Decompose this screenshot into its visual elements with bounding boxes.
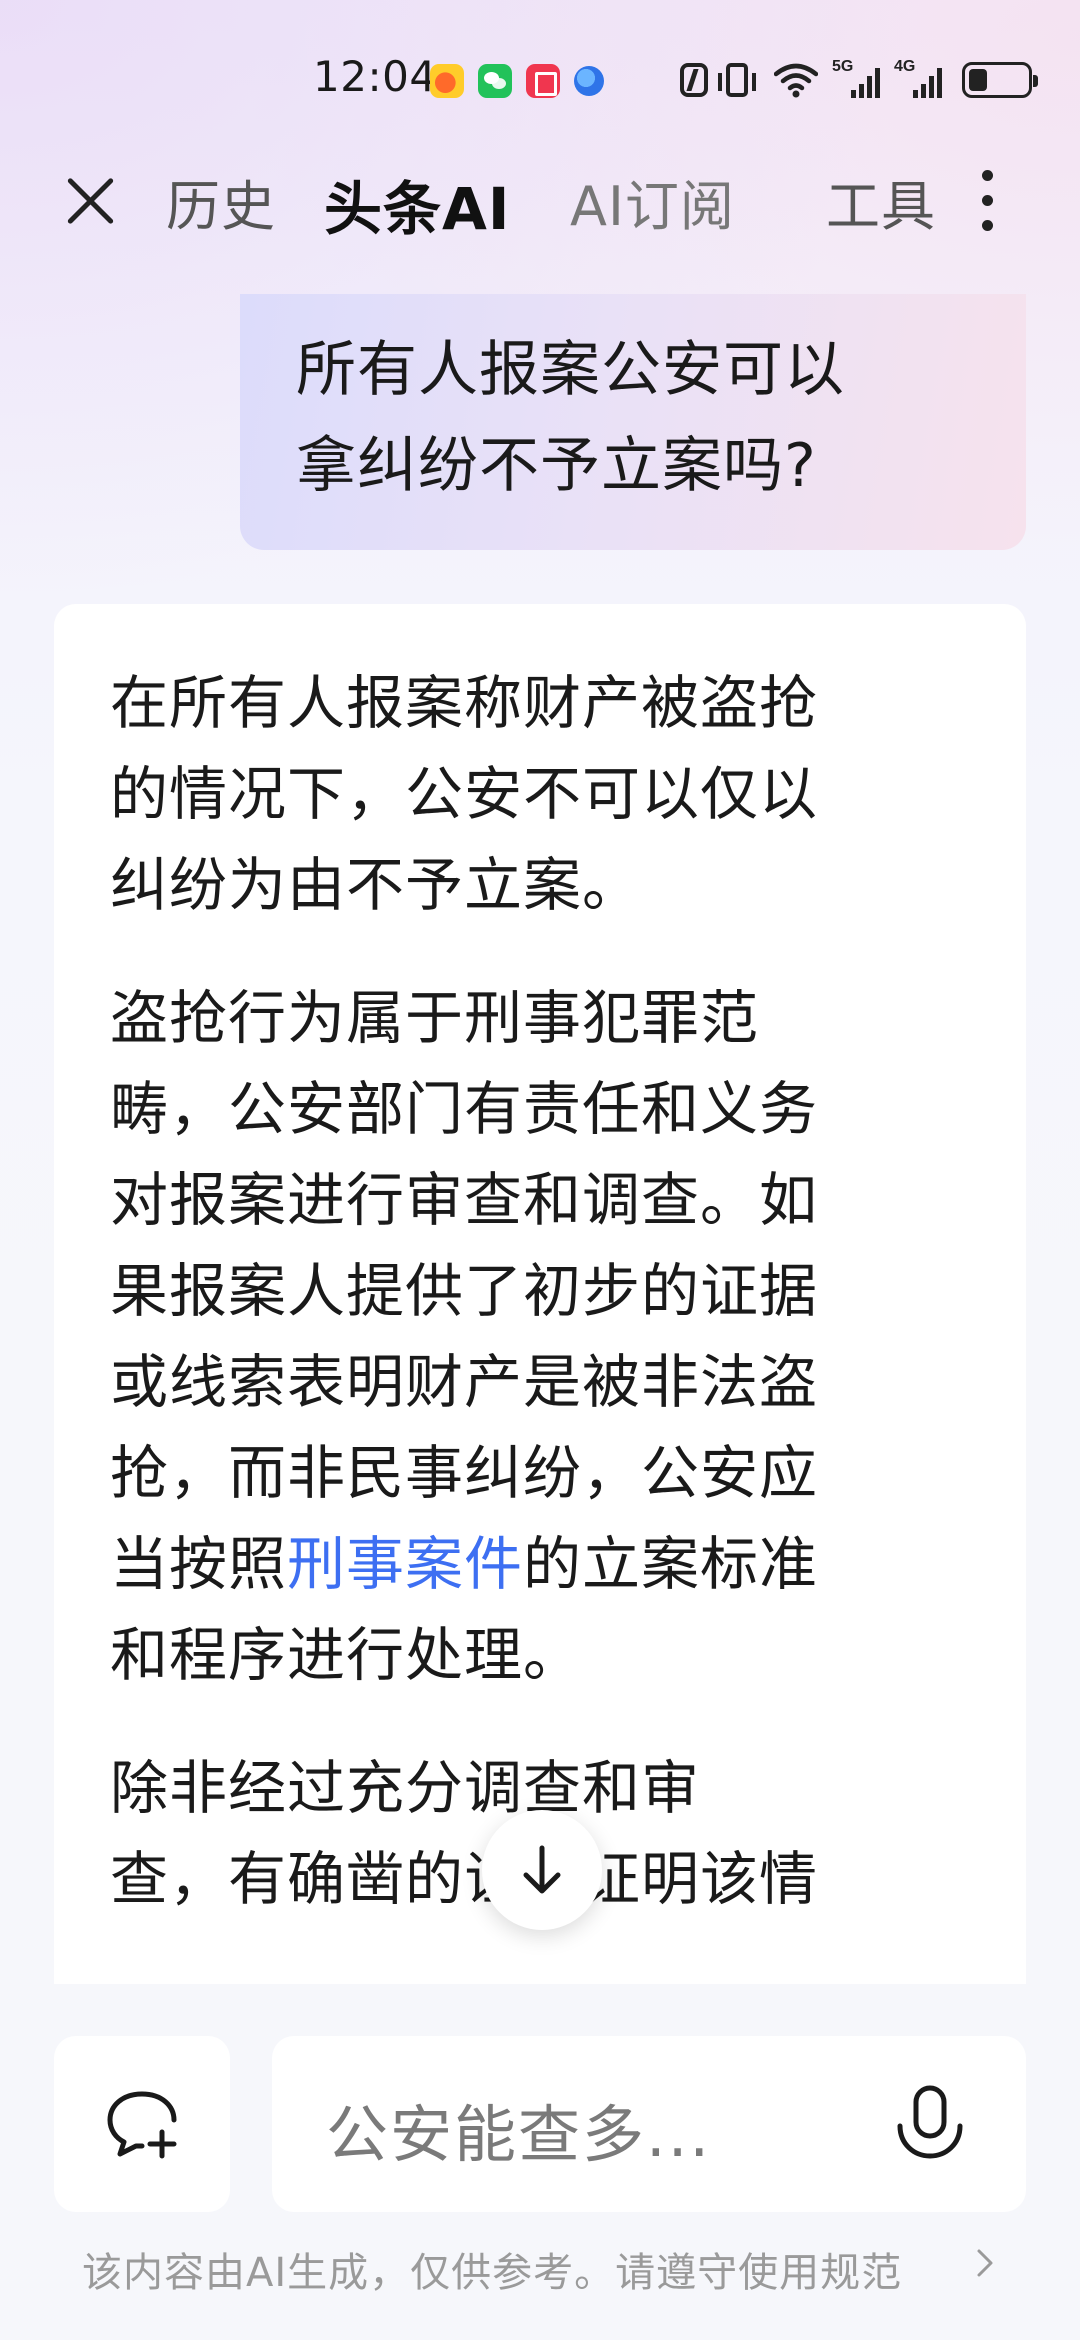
user-message-line: 所有人报案公安可以 — [296, 335, 845, 405]
ai-disclaimer[interactable]: 该内容由AI生成，仅供参考。请遵守使用规范 — [82, 2240, 902, 2298]
system-icons: 5G 4G — [680, 58, 1046, 102]
microphone-icon[interactable] — [890, 2082, 970, 2170]
tab-toutiao-ai[interactable]: 头条AI — [324, 162, 510, 246]
battery-icon — [962, 62, 1038, 98]
chevron-right-icon[interactable] — [974, 2246, 996, 2280]
status-bar: 12:04 5G 4G — [0, 40, 1080, 120]
new-chat-icon — [107, 2091, 177, 2159]
status-time: 12:04 — [313, 52, 437, 101]
scroll-down-button[interactable] — [482, 1810, 602, 1930]
close-icon[interactable] — [58, 168, 124, 234]
ai-answer-card: 在所有人报案称财产被盗抢 的情况下，公安不可以仅以 纠纷为由不予立案。 盗抢行为… — [54, 604, 1026, 1984]
input-placeholder: 公安能查多... — [326, 2098, 712, 2171]
answer-line: 畴，公安部门有责任和义务 — [110, 1075, 819, 1143]
more-vertical-icon[interactable] — [972, 164, 1002, 238]
answer-line: 或线索表明财产是被非法盗 — [110, 1348, 819, 1416]
top-nav: 历史 头条AI AI订阅 工具 — [0, 150, 1080, 250]
answer-line: 纠纷为由不予立案。 — [110, 851, 642, 919]
user-message-line: 拿纠纷不予立案吗? — [296, 431, 817, 501]
criminal-case-link[interactable]: 刑事案件 — [287, 1530, 523, 1598]
answer-line: 在所有人报案称财产被盗抢 — [110, 669, 819, 737]
arrow-down-icon — [523, 1845, 561, 1894]
answer-line: 的立案标准 — [523, 1530, 819, 1598]
wechat-icon — [478, 64, 512, 98]
answer-line: 查，有确凿的证据证明该情 — [110, 1845, 819, 1913]
answer-line: 抢，而非民事纠纷，公安应 — [110, 1439, 819, 1507]
signal-4g-icon: 4G — [894, 58, 942, 98]
answer-line: 当按照 — [110, 1530, 288, 1598]
answer-line: 除非经过充分调查和审 — [110, 1754, 701, 1822]
nfc-icon — [680, 63, 708, 97]
tab-tools[interactable]: 工具 — [826, 162, 936, 241]
bottom-input-area: 公安能查多... 该内容由AI生成，仅供参考。请遵守使用规范 — [0, 1984, 1080, 2340]
tab-history[interactable]: 历史 — [166, 162, 276, 241]
reader-icon — [526, 64, 560, 98]
user-message-bubble: 所有人报案公安可以 拿纠纷不予立案吗? — [240, 294, 1026, 550]
answer-paragraph-1: 在所有人报案称财产被盗抢 的情况下，公安不可以仅以 纠纷为由不予立案。 — [110, 658, 970, 931]
answer-paragraph-2: 盗抢行为属于刑事犯罪范 畴，公安部门有责任和义务 对报案进行审查和调查。如 果报… — [110, 973, 970, 1701]
weibo-icon — [430, 64, 464, 98]
answer-line: 和程序进行处理。 — [110, 1621, 583, 1689]
tab-ai-subscribe[interactable]: AI订阅 — [570, 162, 735, 241]
signal-5g-icon: 5G — [832, 58, 880, 98]
vibrate-icon — [718, 63, 756, 97]
message-input[interactable]: 公安能查多... — [272, 2036, 1026, 2212]
browser-icon — [574, 66, 604, 96]
answer-line: 的情况下，公安不可以仅以 — [110, 760, 819, 828]
answer-line: 对报案进行审查和调查。如 — [110, 1166, 819, 1234]
answer-line: 盗抢行为属于刑事犯罪范 — [110, 984, 760, 1052]
wifi-icon — [773, 62, 819, 98]
answer-line: 果报案人提供了初步的证据 — [110, 1257, 819, 1325]
new-chat-button[interactable] — [54, 2036, 230, 2212]
